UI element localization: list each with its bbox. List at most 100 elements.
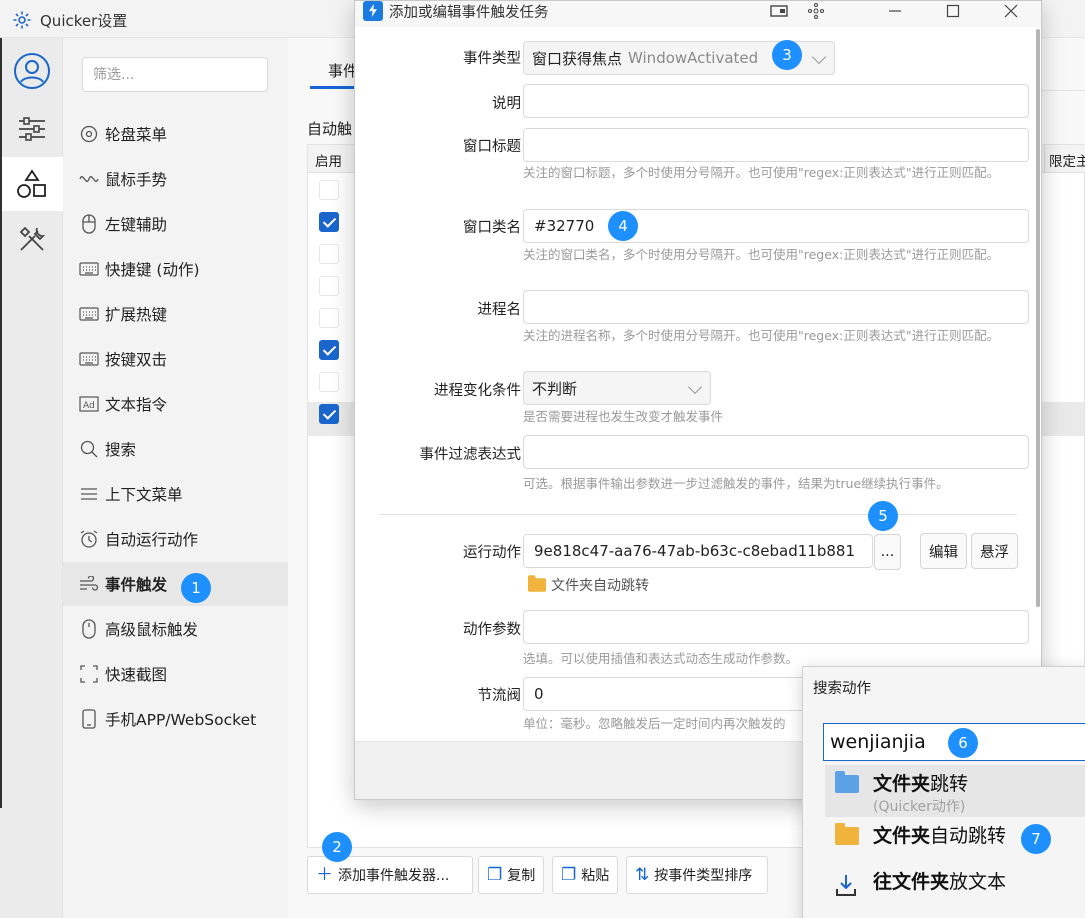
- shapes-icon: [16, 169, 46, 198]
- nav-item-label: 自动运行动作: [105, 531, 199, 549]
- svg-text:Ad: Ad: [83, 401, 95, 411]
- keyboard-icon: [78, 258, 100, 280]
- result-name-match: 文件夹: [873, 773, 931, 795]
- nav-item[interactable]: 高级鼠标触发: [63, 607, 288, 651]
- search-action-popup: 搜索动作 wenjianjia 文件夹跳转 (Quicker动作) 文件夹自动跳…: [802, 666, 1085, 918]
- action-params-hint: 选填。可以使用插值和表达式动态生成动作参数。: [523, 651, 799, 666]
- row-enabled-checkbox[interactable]: [319, 308, 339, 328]
- step-badge: 5: [868, 501, 898, 531]
- throttle-label: 节流阀: [477, 688, 522, 704]
- copy-button[interactable]: ❐ 复制: [478, 856, 544, 894]
- row-enabled-checkbox[interactable]: [319, 276, 339, 296]
- process-name-field[interactable]: [523, 290, 1029, 324]
- result-name-match: 往文件夹: [873, 871, 950, 893]
- result-name: 文件夹自动跳转: [873, 821, 1006, 848]
- paste-button[interactable]: ❐ 粘贴: [552, 856, 618, 894]
- dialog-form: 事件类型 窗口获得焦点 WindowActivated 说明 窗口标题 关注的窗…: [355, 27, 1041, 741]
- nav-item[interactable]: 扩展热键: [63, 292, 288, 336]
- filter-input[interactable]: [82, 57, 268, 92]
- row-enabled-checkbox[interactable]: [319, 212, 339, 232]
- nav-item[interactable]: Ad 文本指令: [63, 382, 288, 426]
- selected-action-name: 文件夹自动跳转: [551, 578, 649, 594]
- nav-item[interactable]: 鼠标手势: [63, 157, 288, 201]
- tools-button[interactable]: [0, 212, 63, 266]
- close-button[interactable]: [991, 1, 1031, 21]
- nav-item[interactable]: 快速截图: [63, 652, 288, 696]
- browse-action-button[interactable]: ...: [874, 534, 901, 570]
- run-action-label: 运行动作: [463, 545, 521, 561]
- nav-item[interactable]: 左键辅助: [63, 202, 288, 246]
- gear-icon: [12, 10, 32, 34]
- event-type-value: 窗口获得焦点: [532, 49, 623, 68]
- search-result-item[interactable]: 文件夹跳转 (Quicker动作): [825, 765, 1085, 817]
- user-avatar-button[interactable]: [0, 44, 63, 98]
- window-class-label: 窗口类名: [463, 220, 521, 236]
- search-result-item[interactable]: 往文件夹放文本: [825, 863, 1085, 907]
- dialog-scrollbar[interactable]: [1036, 29, 1040, 607]
- window-title: Quicker设置: [40, 12, 128, 30]
- move-icon: [808, 3, 824, 19]
- nav-item[interactable]: 事件触发: [63, 562, 288, 606]
- move-button[interactable]: [801, 1, 831, 21]
- result-name-match: 文件夹: [873, 825, 931, 847]
- window-title-label: 窗口标题: [463, 139, 521, 155]
- shapes-button[interactable]: [0, 157, 63, 211]
- paste-icon: ❐: [561, 864, 577, 885]
- ad-text-icon: Ad: [78, 393, 100, 415]
- action-params-field[interactable]: [523, 610, 1029, 644]
- pin-window-button[interactable]: [765, 1, 795, 21]
- radial-menu-icon: [78, 123, 100, 145]
- filter-expression-label: 事件过滤表达式: [419, 447, 522, 463]
- add-trigger-label: 添加事件触发器...: [338, 868, 450, 884]
- description-field[interactable]: [523, 84, 1029, 118]
- row-enabled-checkbox[interactable]: [319, 340, 339, 360]
- window-class-field[interactable]: #32770: [523, 209, 1029, 243]
- tools-icon: [19, 226, 45, 251]
- action-params-label: 动作参数: [463, 622, 521, 638]
- nav-item-label: 快速截图: [105, 666, 168, 684]
- nav-item[interactable]: 上下文菜单: [63, 472, 288, 516]
- nav-item[interactable]: 手机APP/WebSocket: [63, 697, 288, 741]
- nav-item-label: 上下文菜单: [105, 486, 183, 504]
- nav-item[interactable]: 自动运行动作: [63, 517, 288, 561]
- event-type-en: WindowActivated: [628, 49, 759, 67]
- run-action-field[interactable]: 9e818c47-aa76-47ab-b63c-c8ebad11b881: [523, 534, 873, 568]
- settings-sliders-button[interactable]: [0, 102, 63, 156]
- row-enabled-checkbox[interactable]: [319, 180, 339, 200]
- nav-item[interactable]: 搜索: [63, 427, 288, 471]
- col-limit-header[interactable]: 限定主: [1044, 145, 1085, 173]
- step-badge: 2: [322, 832, 352, 862]
- keyboard-icon: [78, 303, 100, 325]
- window-pin-icon: [770, 5, 788, 17]
- row-enabled-checkbox[interactable]: [319, 404, 339, 424]
- nav-item-label: 手机APP/WebSocket: [105, 711, 257, 729]
- selected-action[interactable]: 文件夹自动跳转: [525, 575, 649, 595]
- nav-item[interactable]: 轮盘菜单: [63, 112, 288, 156]
- maximize-button[interactable]: [933, 1, 973, 21]
- process-change-value: 不判断: [532, 379, 578, 398]
- sort-by-type-button[interactable]: ⇅ 按事件类型排序: [626, 856, 768, 894]
- nav-item-label: 轮盘菜单: [105, 126, 168, 144]
- col-enabled-header[interactable]: 启用: [315, 150, 342, 170]
- chevron-down-icon: [687, 379, 703, 395]
- icon-rail: [0, 38, 63, 918]
- mouse-left-icon: [78, 213, 100, 235]
- nav-item[interactable]: 按键双击: [63, 337, 288, 381]
- result-name-rest: 放文本: [949, 871, 1007, 893]
- row-enabled-checkbox[interactable]: [319, 372, 339, 392]
- folder-icon: [835, 771, 861, 797]
- minimize-button[interactable]: [875, 1, 915, 21]
- process-name-label: 进程名: [477, 302, 522, 318]
- float-action-button[interactable]: 悬浮: [971, 533, 1018, 569]
- filter-expression-field[interactable]: [523, 435, 1029, 469]
- row-enabled-checkbox[interactable]: [319, 244, 339, 264]
- nav-item[interactable]: 快捷键 (动作): [63, 247, 288, 291]
- process-change-dropdown[interactable]: 不判断: [523, 371, 711, 405]
- add-trigger-button[interactable]: ＋ 添加事件触发器...: [307, 856, 473, 894]
- sliders-icon: [18, 117, 45, 141]
- minimize-icon: [889, 10, 901, 12]
- step-badge: 4: [608, 211, 638, 241]
- nav-item-label: 搜索: [105, 441, 137, 459]
- window-title-field[interactable]: [523, 128, 1029, 162]
- edit-action-button[interactable]: 编辑: [920, 533, 967, 569]
